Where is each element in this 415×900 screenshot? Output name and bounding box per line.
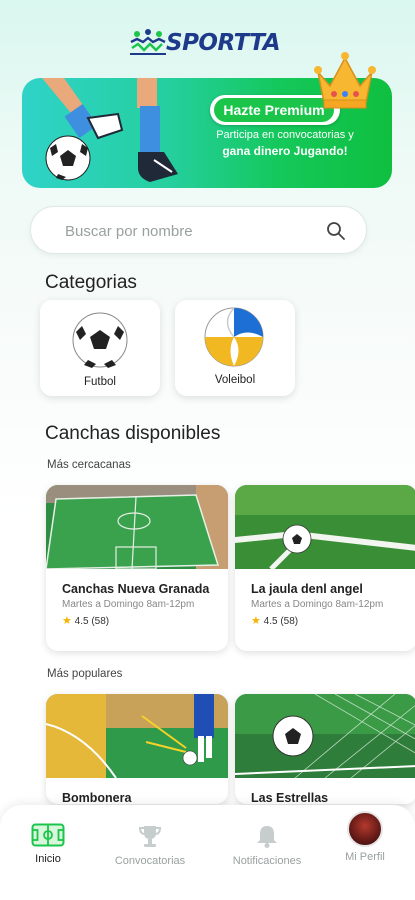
- trophy-icon: [138, 826, 162, 847]
- nav-label: Mi Perfil: [345, 851, 385, 863]
- soccer-field-icon: [31, 823, 65, 847]
- search-icon[interactable]: [326, 221, 346, 241]
- court-hours: Martes a Domingo 8am-12pm: [251, 599, 384, 610]
- category-card-futbol[interactable]: Futbol: [40, 300, 160, 396]
- court-name: La jaula denl angel: [251, 582, 363, 596]
- court-rating: ★ 4.5 (58): [62, 615, 110, 627]
- crown-icon: [314, 52, 376, 109]
- nav-label: Convocatorias: [114, 855, 186, 867]
- popular-subtitle: Más populares: [47, 668, 123, 680]
- court-image: [46, 694, 228, 778]
- court-name: Bombonera: [62, 791, 132, 804]
- nav-label: Inicio: [35, 853, 61, 865]
- courts-title: Canchas disponibles: [45, 423, 221, 444]
- star-icon: ★: [251, 615, 261, 627]
- volleyball-icon: [204, 307, 264, 367]
- app-logo: SPORTTA: [128, 26, 288, 62]
- nav-label: Notificaciones: [232, 855, 302, 867]
- category-label: Futbol: [84, 376, 116, 388]
- logo-wordmark: SPORTTA: [166, 30, 281, 56]
- court-card-bombonera[interactable]: Bombonera: [46, 694, 228, 804]
- nearest-subtitle: Más cercacanas: [47, 459, 131, 471]
- nav-item-notificaciones[interactable]: Notificaciones: [222, 823, 312, 867]
- star-icon: ★: [62, 615, 72, 627]
- court-rating: ★ 4.5 (58): [251, 615, 299, 627]
- soccer-ball-icon: [72, 312, 128, 368]
- court-image: [235, 485, 415, 569]
- nav-item-inicio[interactable]: Inicio: [3, 823, 93, 865]
- court-image: [235, 694, 415, 778]
- court-hours: Martes a Domingo 8am-12pm: [62, 599, 195, 610]
- player-legs-illustration: [42, 78, 178, 182]
- court-image: [46, 485, 228, 569]
- nav-item-convocatorias[interactable]: Convocatorias: [105, 823, 195, 867]
- court-name: Canchas Nueva Granada: [62, 582, 210, 596]
- category-card-voleibol[interactable]: Voleibol: [175, 300, 295, 396]
- category-label: Voleibol: [214, 374, 256, 386]
- search-bar[interactable]: [30, 206, 367, 254]
- categories-title: Categorias: [45, 272, 137, 293]
- team-logo-icon: [130, 29, 166, 55]
- court-card-estrellas[interactable]: Las Estrellas: [235, 694, 415, 804]
- bell-icon: [257, 826, 277, 848]
- court-card-nueva-granada[interactable]: Canchas Nueva Granada Martes a Domingo 8…: [46, 485, 228, 651]
- court-name: Las Estrellas: [251, 791, 329, 804]
- premium-description: Participa en convocatorias y gana dinero…: [216, 129, 354, 158]
- bottom-nav: Inicio Convocatorias Notificaciones Mi P…: [0, 805, 415, 900]
- avatar: [347, 811, 383, 847]
- search-input[interactable]: [65, 219, 325, 243]
- nav-item-mi-perfil[interactable]: Mi Perfil: [320, 811, 410, 863]
- court-card-jaula[interactable]: La jaula denl angel Martes a Domingo 8am…: [235, 485, 415, 651]
